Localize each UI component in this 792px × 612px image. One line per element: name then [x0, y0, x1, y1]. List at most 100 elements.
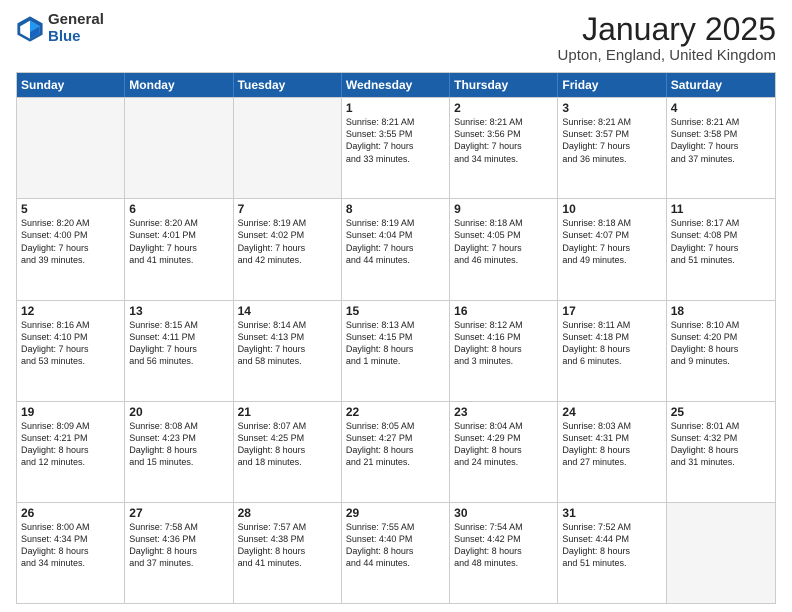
day-number: 8	[346, 202, 445, 216]
cal-cell: 10Sunrise: 8:18 AMSunset: 4:07 PMDayligh…	[558, 199, 666, 299]
cell-text: Sunrise: 8:07 AMSunset: 4:25 PMDaylight:…	[238, 420, 337, 469]
day-number: 20	[129, 405, 228, 419]
subtitle: Upton, England, United Kingdom	[558, 47, 776, 64]
cell-text: Sunrise: 8:19 AMSunset: 4:04 PMDaylight:…	[346, 217, 445, 266]
logo-blue: Blue	[48, 29, 104, 46]
day-number: 2	[454, 101, 553, 115]
cal-cell: 17Sunrise: 8:11 AMSunset: 4:18 PMDayligh…	[558, 301, 666, 401]
cell-text: Sunrise: 8:16 AMSunset: 4:10 PMDaylight:…	[21, 319, 120, 368]
cell-text: Sunrise: 7:52 AMSunset: 4:44 PMDaylight:…	[562, 521, 661, 570]
cal-cell: 30Sunrise: 7:54 AMSunset: 4:42 PMDayligh…	[450, 503, 558, 603]
day-number: 10	[562, 202, 661, 216]
cell-text: Sunrise: 8:14 AMSunset: 4:13 PMDaylight:…	[238, 319, 337, 368]
day-number: 15	[346, 304, 445, 318]
day-number: 1	[346, 101, 445, 115]
day-number: 14	[238, 304, 337, 318]
day-number: 6	[129, 202, 228, 216]
day-number: 7	[238, 202, 337, 216]
day-number: 9	[454, 202, 553, 216]
cell-text: Sunrise: 8:18 AMSunset: 4:05 PMDaylight:…	[454, 217, 553, 266]
cal-cell	[17, 98, 125, 198]
cal-cell: 3Sunrise: 8:21 AMSunset: 3:57 PMDaylight…	[558, 98, 666, 198]
day-header-thursday: Thursday	[450, 73, 558, 97]
week-row-3: 12Sunrise: 8:16 AMSunset: 4:10 PMDayligh…	[17, 300, 775, 401]
cal-cell: 20Sunrise: 8:08 AMSunset: 4:23 PMDayligh…	[125, 402, 233, 502]
cell-text: Sunrise: 8:08 AMSunset: 4:23 PMDaylight:…	[129, 420, 228, 469]
day-number: 28	[238, 506, 337, 520]
logo-text: General Blue	[48, 12, 104, 45]
cell-text: Sunrise: 8:17 AMSunset: 4:08 PMDaylight:…	[671, 217, 771, 266]
cal-cell: 5Sunrise: 8:20 AMSunset: 4:00 PMDaylight…	[17, 199, 125, 299]
cell-text: Sunrise: 8:00 AMSunset: 4:34 PMDaylight:…	[21, 521, 120, 570]
cal-cell: 14Sunrise: 8:14 AMSunset: 4:13 PMDayligh…	[234, 301, 342, 401]
cell-text: Sunrise: 7:54 AMSunset: 4:42 PMDaylight:…	[454, 521, 553, 570]
day-number: 30	[454, 506, 553, 520]
cell-text: Sunrise: 8:13 AMSunset: 4:15 PMDaylight:…	[346, 319, 445, 368]
cell-text: Sunrise: 7:57 AMSunset: 4:38 PMDaylight:…	[238, 521, 337, 570]
calendar: SundayMondayTuesdayWednesdayThursdayFrid…	[16, 72, 776, 604]
cell-text: Sunrise: 8:20 AMSunset: 4:01 PMDaylight:…	[129, 217, 228, 266]
calendar-body: 1Sunrise: 8:21 AMSunset: 3:55 PMDaylight…	[17, 97, 775, 603]
cal-cell: 8Sunrise: 8:19 AMSunset: 4:04 PMDaylight…	[342, 199, 450, 299]
day-header-tuesday: Tuesday	[234, 73, 342, 97]
cal-cell: 12Sunrise: 8:16 AMSunset: 4:10 PMDayligh…	[17, 301, 125, 401]
header: General Blue January 2025 Upton, England…	[16, 12, 776, 64]
cal-cell: 25Sunrise: 8:01 AMSunset: 4:32 PMDayligh…	[667, 402, 775, 502]
day-number: 11	[671, 202, 771, 216]
day-header-saturday: Saturday	[667, 73, 775, 97]
cell-text: Sunrise: 8:12 AMSunset: 4:16 PMDaylight:…	[454, 319, 553, 368]
main-title: January 2025	[558, 12, 776, 47]
cell-text: Sunrise: 8:20 AMSunset: 4:00 PMDaylight:…	[21, 217, 120, 266]
cell-text: Sunrise: 8:11 AMSunset: 4:18 PMDaylight:…	[562, 319, 661, 368]
cal-cell: 15Sunrise: 8:13 AMSunset: 4:15 PMDayligh…	[342, 301, 450, 401]
day-number: 18	[671, 304, 771, 318]
cell-text: Sunrise: 8:21 AMSunset: 3:58 PMDaylight:…	[671, 116, 771, 165]
day-number: 17	[562, 304, 661, 318]
cal-cell: 28Sunrise: 7:57 AMSunset: 4:38 PMDayligh…	[234, 503, 342, 603]
cal-cell: 2Sunrise: 8:21 AMSunset: 3:56 PMDaylight…	[450, 98, 558, 198]
cal-cell: 27Sunrise: 7:58 AMSunset: 4:36 PMDayligh…	[125, 503, 233, 603]
logo-general: General	[48, 12, 104, 29]
cal-cell	[234, 98, 342, 198]
day-number: 16	[454, 304, 553, 318]
cal-cell: 16Sunrise: 8:12 AMSunset: 4:16 PMDayligh…	[450, 301, 558, 401]
cell-text: Sunrise: 8:19 AMSunset: 4:02 PMDaylight:…	[238, 217, 337, 266]
logo-icon	[16, 15, 44, 43]
day-number: 26	[21, 506, 120, 520]
cal-cell: 7Sunrise: 8:19 AMSunset: 4:02 PMDaylight…	[234, 199, 342, 299]
cell-text: Sunrise: 8:09 AMSunset: 4:21 PMDaylight:…	[21, 420, 120, 469]
cal-cell: 6Sunrise: 8:20 AMSunset: 4:01 PMDaylight…	[125, 199, 233, 299]
page: General Blue January 2025 Upton, England…	[0, 0, 792, 612]
cell-text: Sunrise: 8:10 AMSunset: 4:20 PMDaylight:…	[671, 319, 771, 368]
cal-cell: 29Sunrise: 7:55 AMSunset: 4:40 PMDayligh…	[342, 503, 450, 603]
cal-cell: 1Sunrise: 8:21 AMSunset: 3:55 PMDaylight…	[342, 98, 450, 198]
cell-text: Sunrise: 8:01 AMSunset: 4:32 PMDaylight:…	[671, 420, 771, 469]
day-header-friday: Friday	[558, 73, 666, 97]
cal-cell: 9Sunrise: 8:18 AMSunset: 4:05 PMDaylight…	[450, 199, 558, 299]
cal-cell: 23Sunrise: 8:04 AMSunset: 4:29 PMDayligh…	[450, 402, 558, 502]
day-header-sunday: Sunday	[17, 73, 125, 97]
day-number: 12	[21, 304, 120, 318]
cal-cell: 18Sunrise: 8:10 AMSunset: 4:20 PMDayligh…	[667, 301, 775, 401]
week-row-2: 5Sunrise: 8:20 AMSunset: 4:00 PMDaylight…	[17, 198, 775, 299]
day-number: 3	[562, 101, 661, 115]
day-number: 23	[454, 405, 553, 419]
cell-text: Sunrise: 8:15 AMSunset: 4:11 PMDaylight:…	[129, 319, 228, 368]
day-number: 13	[129, 304, 228, 318]
cell-text: Sunrise: 8:03 AMSunset: 4:31 PMDaylight:…	[562, 420, 661, 469]
logo: General Blue	[16, 12, 104, 45]
day-number: 31	[562, 506, 661, 520]
cal-cell: 24Sunrise: 8:03 AMSunset: 4:31 PMDayligh…	[558, 402, 666, 502]
cell-text: Sunrise: 8:21 AMSunset: 3:57 PMDaylight:…	[562, 116, 661, 165]
week-row-1: 1Sunrise: 8:21 AMSunset: 3:55 PMDaylight…	[17, 97, 775, 198]
day-number: 24	[562, 405, 661, 419]
calendar-header: SundayMondayTuesdayWednesdayThursdayFrid…	[17, 73, 775, 97]
cal-cell: 11Sunrise: 8:17 AMSunset: 4:08 PMDayligh…	[667, 199, 775, 299]
cal-cell: 13Sunrise: 8:15 AMSunset: 4:11 PMDayligh…	[125, 301, 233, 401]
day-number: 25	[671, 405, 771, 419]
cell-text: Sunrise: 8:04 AMSunset: 4:29 PMDaylight:…	[454, 420, 553, 469]
week-row-4: 19Sunrise: 8:09 AMSunset: 4:21 PMDayligh…	[17, 401, 775, 502]
title-block: January 2025 Upton, England, United King…	[558, 12, 776, 64]
day-number: 19	[21, 405, 120, 419]
cell-text: Sunrise: 7:58 AMSunset: 4:36 PMDaylight:…	[129, 521, 228, 570]
